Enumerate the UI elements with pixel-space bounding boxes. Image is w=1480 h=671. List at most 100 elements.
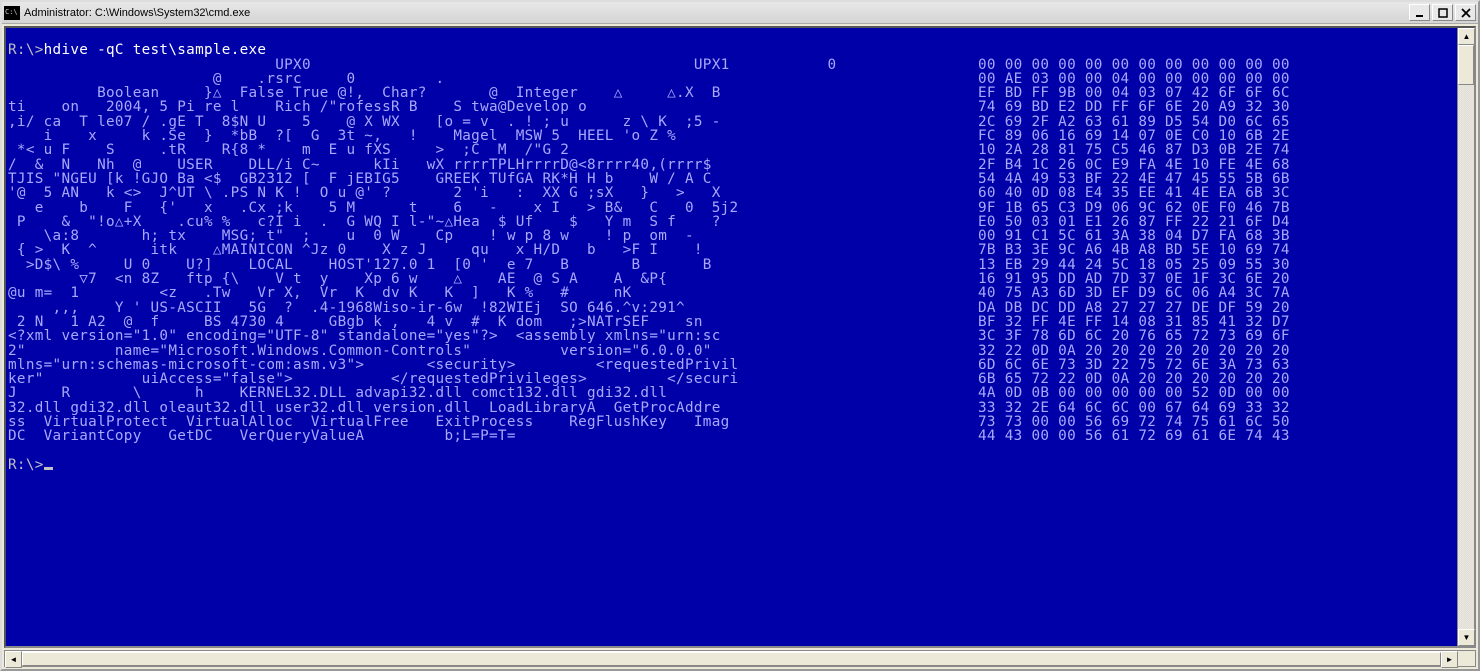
hex-col: 2F B4 1C 26 0C E9 FA 4E 10 FE 4E 68 (978, 158, 1290, 172)
ascii-col: ,i/ ca T le07 / .gE T 8$N U 5 @ X WX [o … (8, 115, 978, 129)
ascii-col: 2 N 1 A2 @ f BS_4730 4 GBgb k , 4 v # K … (8, 315, 978, 329)
hex-col: 00 AE 03 00 00 04 00 00 00 00 00 00 (978, 72, 1290, 86)
hex-row: @u m= 1 <z .Tw Vr X, Vr K dv K K ] K % #… (8, 286, 1455, 300)
hex-row: <?xml version="1.0" encoding="UTF-8" sta… (8, 329, 1455, 343)
hex-col: 13 EB 29 44 24 5C 18 05 25 09 55 30 (978, 258, 1290, 272)
minimize-button[interactable] (1409, 4, 1430, 21)
hex-col: 00 91 C1 5C 61 3A 38 04 D7 FA 68 3B (978, 229, 1290, 243)
cmd-window: Administrator: C:\Windows\System32\cmd.e… (0, 0, 1480, 671)
hex-col: 40 75 A3 6D 3D EF D9 6C 06 A4 3C 7A (978, 286, 1290, 300)
ascii-col: / & N Nh @ USER DLL/i C~ kIi wX rrrrTPLH… (8, 158, 978, 172)
hex-row: TJIS "NGEU [k !GJO Ba <$ GB2312 [ F jEBI… (8, 172, 1455, 186)
horizontal-scrollbar[interactable]: ◄ ► (4, 650, 1476, 667)
scroll-down-arrow[interactable]: ▼ (1458, 629, 1475, 646)
hex-col: 00 00 00 00 00 00 00 00 00 00 00 00 (978, 58, 1290, 72)
hex-col: DA DB DC DD A8 27 27 27 DE DF 59 20 (978, 301, 1290, 315)
ascii-col: { > K ^ itk △MAINICON ^Jz 0 X z J qu x H… (8, 243, 978, 257)
ascii-col: ss VirtualProtect VirtualAlloc VirtualFr… (8, 415, 978, 429)
blank-line (8, 444, 1455, 458)
scroll-track[interactable] (1458, 85, 1474, 629)
vertical-scrollbar[interactable]: ▲ ▼ (1457, 28, 1474, 646)
scroll-corner (1458, 651, 1475, 666)
hex-col: FC 89 06 16 69 14 07 0E C0 10 6B 2E (978, 129, 1290, 143)
hex-col: 60 40 0D 08 E4 35 EE 41 4E EA 6B 3C (978, 186, 1290, 200)
ascii-col: <?xml version="1.0" encoding="UTF-8" sta… (8, 329, 978, 343)
ascii-col: P & "!o△+X .cu% % c?I i . G WQ I l-"~△He… (8, 215, 978, 229)
ascii-col: ti on 2004, 5 Pi re l Rich /"rofessR B S… (8, 100, 978, 114)
ascii-col: DC VariantCopy GetDC VerQueryValueA b;L=… (8, 429, 978, 443)
command-line: R:\>hdive -qC test\sample.exe (8, 43, 1455, 57)
hex-col: 33 32 2E 64 6C 6C 00 67 64 69 33 32 (978, 401, 1290, 415)
hex-row: @ .rsrc 0 . 00 AE 03 00 00 04 00 00 00 0… (8, 72, 1455, 86)
ascii-col: *< u F S .tR R{8 * m E u fXS > ;C M /"G … (8, 143, 978, 157)
hex-row: DC VariantCopy GetDC VerQueryValueA b;L=… (8, 429, 1455, 443)
ascii-col: mlns="urn:schemas-microsoft-com:asm.v3">… (8, 358, 978, 372)
hex-col: 7B B3 3E 9C A6 4B A8 BD 5E 10 69 74 (978, 243, 1290, 257)
maximize-button[interactable] (1432, 4, 1453, 21)
hex-row: '@ 5 AN k <> J^UT \ .PS N K ! O u @' ? 2… (8, 186, 1455, 200)
ascii-col: ▽7 <n 8Z ftp {\ V t y Xp 6 w △ AE @ S A … (8, 272, 978, 286)
hex-row: ,i/ ca T le07 / .gE T 8$N U 5 @ X WX [o … (8, 115, 1455, 129)
ascii-col: 32.dll gdi32.dll oleaut32.dll user32.dll… (8, 401, 978, 415)
hex-row: / & N Nh @ USER DLL/i C~ kIi wX rrrrTPLH… (8, 158, 1455, 172)
hex-row: ker" uiAccess="false"> </requestedPrivil… (8, 372, 1455, 386)
hex-row: ,,, Y ' US-ASCII 5G ? .4-1968Wiso-ir-6w … (8, 301, 1455, 315)
hex-row: i x k .Se } *bB ?[ G 3t ~, ! Magel MSW 5… (8, 129, 1455, 143)
hex-col: EF BD FF 9B 00 04 03 07 42 6F 6F 6C (978, 86, 1290, 100)
prompt-line (8, 29, 1455, 43)
hex-col: 54 4A 49 53 BF 22 4E 47 45 55 5B 6B (978, 172, 1290, 186)
ascii-col: ker" uiAccess="false"> </requestedPrivil… (8, 372, 978, 386)
hex-col: 6B 65 72 22 0D 0A 20 20 20 20 20 20 (978, 372, 1290, 386)
scroll-left-arrow[interactable]: ◄ (5, 651, 22, 668)
hex-col: 10 2A 28 81 75 C5 46 87 D3 0B 2E 74 (978, 143, 1290, 157)
hex-col: 9F 1B 65 C3 D9 06 9C 62 0E F0 46 7B (978, 201, 1290, 215)
hex-col: 73 73 00 00 56 69 72 74 75 61 6C 50 (978, 415, 1290, 429)
ascii-col: Boolean }△ False True @!, Char? @ Intege… (8, 86, 978, 100)
titlebar[interactable]: Administrator: C:\Windows\System32\cmd.e… (2, 2, 1478, 24)
hex-row: mlns="urn:schemas-microsoft-com:asm.v3">… (8, 358, 1455, 372)
ascii-col: @u m= 1 <z .Tw Vr X, Vr K dv K K ] K % #… (8, 286, 978, 300)
hscroll-thumb[interactable] (22, 652, 1441, 666)
hex-col: E0 50 03 01 E1 26 87 FF 22 21 6F D4 (978, 215, 1290, 229)
hex-col: 16 91 95 DD AD 7D 37 0E 1F 3C 6E 20 (978, 272, 1290, 286)
console-output[interactable]: R:\>hdive -qC test\sample.exe UPX0 UPX1 … (6, 28, 1457, 646)
hex-col: 44 43 00 00 56 61 72 69 61 6E 74 43 (978, 429, 1290, 443)
hex-row: J R \ h KERNEL32.DLL advapi32.dll comct1… (8, 386, 1455, 400)
hex-col: 2C 69 2F A2 63 61 89 D5 54 D0 6C 65 (978, 115, 1290, 129)
hex-col: 6D 6C 6E 73 3D 22 75 72 6E 3A 73 63 (978, 358, 1290, 372)
scroll-right-arrow[interactable]: ► (1441, 651, 1458, 668)
ascii-col: 2" name="Microsoft.Windows.Common-Contro… (8, 344, 978, 358)
ascii-col: \a:8 h; tx MSG; t" ; u 0 W Cp ! w p 8 w … (8, 229, 978, 243)
hex-row: ss VirtualProtect VirtualAlloc VirtualFr… (8, 415, 1455, 429)
scroll-thumb[interactable] (1458, 45, 1474, 85)
hex-row: ti on 2004, 5 Pi re l Rich /"rofessR B S… (8, 100, 1455, 114)
ascii-col: @ .rsrc 0 . (8, 72, 978, 86)
window-title: Administrator: C:\Windows\System32\cmd.e… (24, 7, 1407, 19)
hex-row: P & "!o△+X .cu% % c?I i . G WQ I l-"~△He… (8, 215, 1455, 229)
hscroll-track[interactable] (22, 651, 1441, 666)
ascii-col: >D$\ % U 0 U?] LOCAL HOST'127.0 1 [0 ' e… (8, 258, 978, 272)
ascii-col: '@ 5 AN k <> J^UT \ .PS N K ! O u @' ? 2… (8, 186, 978, 200)
hex-row: Boolean }△ False True @!, Char? @ Intege… (8, 86, 1455, 100)
cursor (44, 467, 53, 470)
hex-row: *< u F S .tR R{8 * m E u fXS > ;C M /"G … (8, 143, 1455, 157)
hex-col: BF 32 FF 4E FF 14 08 31 85 41 32 D7 (978, 315, 1290, 329)
close-button[interactable] (1455, 4, 1476, 21)
hex-row: UPX0 UPX1 0 00 00 00 00 00 00 00 00 00 0… (8, 58, 1455, 72)
ascii-col: J R \ h KERNEL32.DLL advapi32.dll comct1… (8, 386, 978, 400)
hex-col: 74 69 BD E2 DD FF 6F 6E 20 A9 32 30 (978, 100, 1290, 114)
hex-row: >D$\ % U 0 U?] LOCAL HOST'127.0 1 [0 ' e… (8, 258, 1455, 272)
hex-col: 3C 3F 78 6D 6C 20 76 65 72 73 69 6F (978, 329, 1290, 343)
ascii-col: e b F {' x .Cx ;k 5 M t 6 - x I > B& C 0… (8, 201, 978, 215)
hex-col: 4A 0D 0B 00 00 00 00 00 52 0D 00 00 (978, 386, 1290, 400)
console-area: R:\>hdive -qC test\sample.exe UPX0 UPX1 … (4, 26, 1476, 648)
scroll-up-arrow[interactable]: ▲ (1458, 28, 1475, 45)
cmd-icon (4, 6, 20, 20)
hex-row: \a:8 h; tx MSG; t" ; u 0 W Cp ! w p 8 w … (8, 229, 1455, 243)
window-controls (1407, 4, 1476, 21)
hex-row: 2 N 1 A2 @ f BS_4730 4 GBgb k , 4 v # K … (8, 315, 1455, 329)
hex-row: 32.dll gdi32.dll oleaut32.dll user32.dll… (8, 401, 1455, 415)
hex-row: 2" name="Microsoft.Windows.Common-Contro… (8, 344, 1455, 358)
prompt-ready: R:\> (8, 458, 1455, 472)
ascii-col: UPX0 UPX1 0 (8, 58, 978, 72)
